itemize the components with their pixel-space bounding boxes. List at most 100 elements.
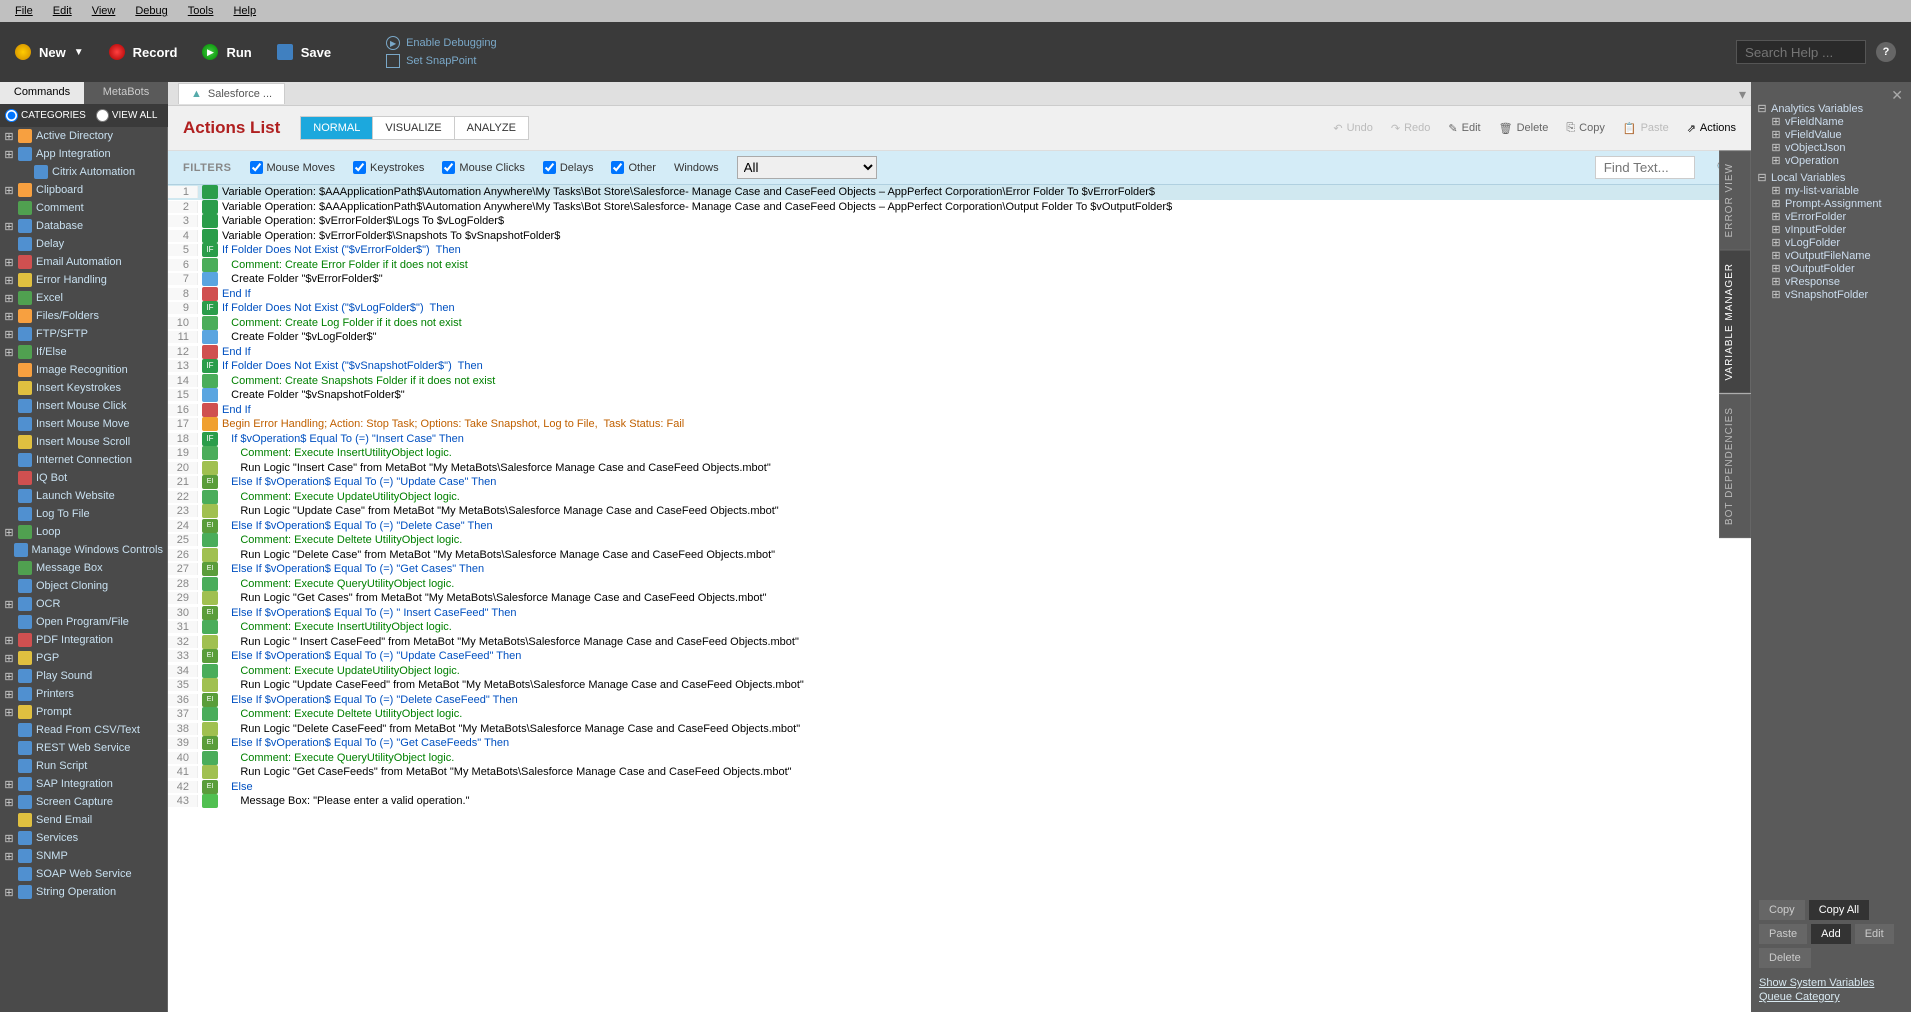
vtab-variable-manager[interactable]: VARIABLE MANAGER bbox=[1719, 250, 1751, 394]
cmd-object-cloning[interactable]: Object Cloning bbox=[0, 577, 167, 595]
cmd-play-sound[interactable]: ⊞Play Sound bbox=[0, 667, 167, 685]
code-line[interactable]: 32 Run Logic " Insert CaseFeed" from Met… bbox=[168, 635, 1751, 650]
code-line[interactable]: 13IFIf Folder Does Not Exist ("$vSnapsho… bbox=[168, 359, 1751, 374]
cmd-services[interactable]: ⊞Services bbox=[0, 829, 167, 847]
cmd-sap-integration[interactable]: ⊞SAP Integration bbox=[0, 775, 167, 793]
code-line[interactable]: 22 Comment: Execute UpdateUtilityObject … bbox=[168, 490, 1751, 505]
cmd-rest-web-service[interactable]: REST Web Service bbox=[0, 739, 167, 757]
var-group-header[interactable]: ⊟Local Variables bbox=[1757, 171, 1905, 184]
code-line[interactable]: 16End If bbox=[168, 403, 1751, 418]
var-add-button[interactable]: Add bbox=[1811, 924, 1851, 944]
cmd-pdf-integration[interactable]: ⊞PDF Integration bbox=[0, 631, 167, 649]
view-analyze[interactable]: ANALYZE bbox=[454, 117, 528, 139]
filter-keystrokes[interactable]: Keystrokes bbox=[353, 161, 424, 174]
code-line[interactable]: 17Begin Error Handling; Action: Stop Tas… bbox=[168, 417, 1751, 432]
code-line[interactable]: 33EI Else If $vOperation$ Equal To (=) "… bbox=[168, 649, 1751, 664]
cmd-active-directory[interactable]: ⊞Active Directory bbox=[0, 127, 167, 145]
cmd-email-automation[interactable]: ⊞Email Automation bbox=[0, 253, 167, 271]
var-item[interactable]: ⊞Prompt-Assignment bbox=[1757, 197, 1905, 210]
copy-button[interactable]: ⎘Copy bbox=[1566, 122, 1605, 135]
var-item[interactable]: ⊞vSnapshotFolder bbox=[1757, 288, 1905, 301]
cmd-log-to-file[interactable]: Log To File bbox=[0, 505, 167, 523]
code-line[interactable]: 41 Run Logic "Get CaseFeeds" from MetaBo… bbox=[168, 765, 1751, 780]
var-copyall-button[interactable]: Copy All bbox=[1809, 900, 1869, 920]
cmd-pgp[interactable]: ⊞PGP bbox=[0, 649, 167, 667]
cmd-launch-website[interactable]: Launch Website bbox=[0, 487, 167, 505]
cmd-insert-keystrokes[interactable]: Insert Keystrokes bbox=[0, 379, 167, 397]
cmd-database[interactable]: ⊞Database bbox=[0, 217, 167, 235]
code-line[interactable]: 8End If bbox=[168, 287, 1751, 302]
code-line[interactable]: 12End If bbox=[168, 345, 1751, 360]
code-area[interactable]: 1Variable Operation: $AAApplicationPath$… bbox=[168, 185, 1751, 1012]
cmd-screen-capture[interactable]: ⊞Screen Capture bbox=[0, 793, 167, 811]
cmd-citrix-automation[interactable]: Citrix Automation bbox=[0, 163, 167, 181]
cmd-clipboard[interactable]: ⊞Clipboard bbox=[0, 181, 167, 199]
cmd-message-box[interactable]: Message Box bbox=[0, 559, 167, 577]
code-line[interactable]: 28 Comment: Execute QueryUtilityObject l… bbox=[168, 577, 1751, 592]
paste-button[interactable]: 📋Paste bbox=[1623, 122, 1669, 135]
menu-debug[interactable]: Debug bbox=[125, 5, 177, 17]
code-line[interactable]: 21EI Else If $vOperation$ Equal To (=) "… bbox=[168, 475, 1751, 490]
show-system-vars-link[interactable]: Show System Variables bbox=[1759, 976, 1903, 990]
cmd-snmp[interactable]: ⊞SNMP bbox=[0, 847, 167, 865]
filter-delays[interactable]: Delays bbox=[543, 161, 594, 174]
code-line[interactable]: 26 Run Logic "Delete Case" from MetaBot … bbox=[168, 548, 1751, 563]
var-item[interactable]: ⊞vLogFolder bbox=[1757, 236, 1905, 249]
code-line[interactable]: 5IFIf Folder Does Not Exist ("$vErrorFol… bbox=[168, 243, 1751, 258]
var-item[interactable]: ⊞vFieldValue bbox=[1757, 128, 1905, 141]
radio-viewall[interactable]: VIEW ALL bbox=[96, 109, 158, 122]
code-line[interactable]: 39EI Else If $vOperation$ Equal To (=) "… bbox=[168, 736, 1751, 751]
find-text-input[interactable] bbox=[1595, 156, 1695, 179]
var-item[interactable]: ⊞vObjectJson bbox=[1757, 141, 1905, 154]
cmd-error-handling[interactable]: ⊞Error Handling bbox=[0, 271, 167, 289]
view-visualize[interactable]: VISUALIZE bbox=[372, 117, 453, 139]
var-edit-button[interactable]: Edit bbox=[1855, 924, 1894, 944]
tab-commands[interactable]: Commands bbox=[0, 82, 84, 104]
close-icon[interactable]: ✕ bbox=[1891, 87, 1903, 104]
delete-button[interactable]: 🗑Delete bbox=[1499, 122, 1549, 135]
save-button[interactable]: Save bbox=[277, 44, 331, 60]
var-item[interactable]: ⊞vResponse bbox=[1757, 275, 1905, 288]
cmd-files-folders[interactable]: ⊞Files/Folders bbox=[0, 307, 167, 325]
code-line[interactable]: 4Variable Operation: $vErrorFolder$\Snap… bbox=[168, 229, 1751, 244]
record-button[interactable]: Record bbox=[109, 44, 178, 60]
undo-button[interactable]: ↶Undo bbox=[1333, 122, 1373, 135]
cmd-delay[interactable]: Delay bbox=[0, 235, 167, 253]
menu-tools[interactable]: Tools bbox=[178, 5, 224, 17]
cmd-prompt[interactable]: ⊞Prompt bbox=[0, 703, 167, 721]
code-line[interactable]: 10 Comment: Create Log Folder if it does… bbox=[168, 316, 1751, 331]
var-item[interactable]: ⊞my-list-variable bbox=[1757, 184, 1905, 197]
cmd-ocr[interactable]: ⊞OCR bbox=[0, 595, 167, 613]
menu-help[interactable]: Help bbox=[223, 5, 266, 17]
code-line[interactable]: 38 Run Logic "Delete CaseFeed" from Meta… bbox=[168, 722, 1751, 737]
code-line[interactable]: 15 Create Folder "$vSnapshotFolder$" bbox=[168, 388, 1751, 403]
code-line[interactable]: 1Variable Operation: $AAApplicationPath$… bbox=[168, 185, 1751, 200]
code-line[interactable]: 2Variable Operation: $AAApplicationPath$… bbox=[168, 200, 1751, 215]
menu-edit[interactable]: Edit bbox=[43, 5, 82, 17]
cmd-excel[interactable]: ⊞Excel bbox=[0, 289, 167, 307]
variables-tree[interactable]: ⊟Analytics Variables⊞vFieldName⊞vFieldVa… bbox=[1751, 82, 1911, 892]
code-line[interactable]: 18IF If $vOperation$ Equal To (=) "Inser… bbox=[168, 432, 1751, 447]
code-line[interactable]: 11 Create Folder "$vLogFolder$" bbox=[168, 330, 1751, 345]
var-copy-button[interactable]: Copy bbox=[1759, 900, 1805, 920]
menu-file[interactable]: File bbox=[5, 5, 43, 17]
windows-select[interactable]: All bbox=[737, 156, 877, 179]
var-item[interactable]: ⊞vFieldName bbox=[1757, 115, 1905, 128]
code-line[interactable]: 3Variable Operation: $vErrorFolder$\Logs… bbox=[168, 214, 1751, 229]
redo-button[interactable]: ↷Redo bbox=[1391, 122, 1431, 135]
dropdown-icon[interactable]: ▾ bbox=[1739, 86, 1746, 103]
code-line[interactable]: 25 Comment: Execute Deltete UtilityObjec… bbox=[168, 533, 1751, 548]
cmd-insert-mouse-scroll[interactable]: Insert Mouse Scroll bbox=[0, 433, 167, 451]
cmd-printers[interactable]: ⊞Printers bbox=[0, 685, 167, 703]
cmd-comment[interactable]: Comment bbox=[0, 199, 167, 217]
new-button[interactable]: New ▼ bbox=[15, 44, 84, 60]
vtab-bot-dependencies[interactable]: BOT DEPENDENCIES bbox=[1719, 394, 1751, 538]
commands-tree[interactable]: ⊞Active Directory⊞App IntegrationCitrix … bbox=[0, 127, 168, 1012]
cmd-send-email[interactable]: Send Email bbox=[0, 811, 167, 829]
code-line[interactable]: 23 Run Logic "Update Case" from MetaBot … bbox=[168, 504, 1751, 519]
var-group-header[interactable]: ⊟Analytics Variables bbox=[1757, 102, 1905, 115]
code-line[interactable]: 19 Comment: Execute InsertUtilityObject … bbox=[168, 446, 1751, 461]
var-delete-button[interactable]: Delete bbox=[1759, 948, 1811, 968]
var-item[interactable]: ⊞vOutputFolder bbox=[1757, 262, 1905, 275]
edit-button[interactable]: ✎Edit bbox=[1448, 122, 1480, 135]
